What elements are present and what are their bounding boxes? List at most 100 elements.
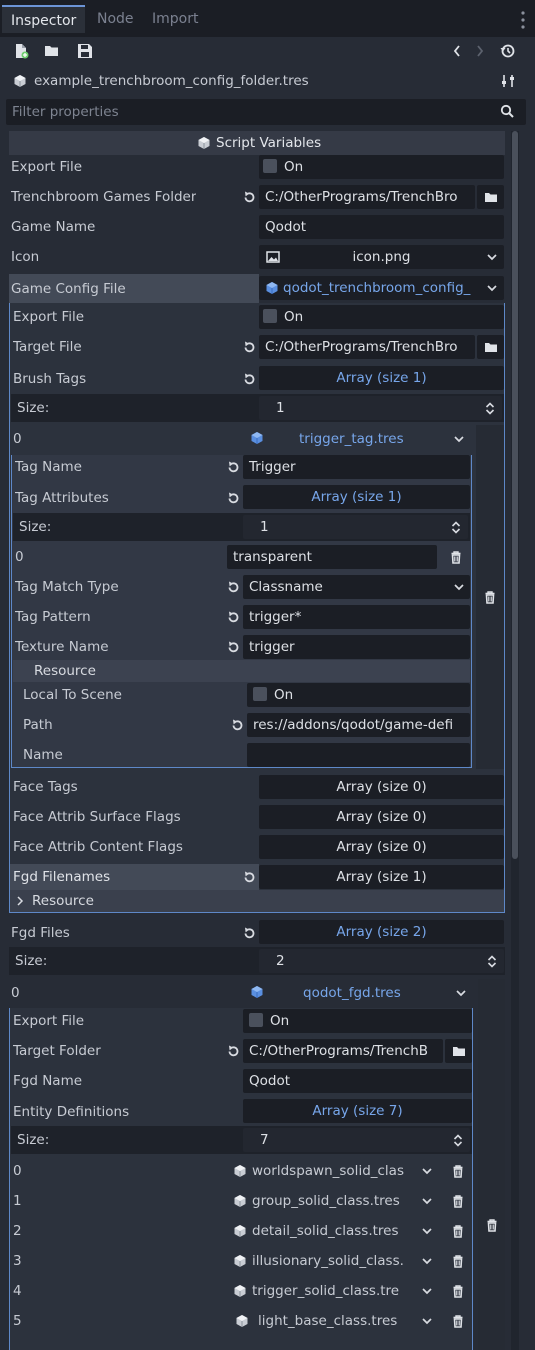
face-attrib-content-flags-button[interactable]: Array (size 0) (259, 835, 504, 859)
history-back-icon[interactable] (451, 43, 463, 59)
spinner-icon[interactable] (485, 954, 499, 968)
fgd-files-array-button[interactable]: Array (size 2) (259, 920, 504, 944)
fgd-file-resource[interactable]: qodot_fgd.tres (303, 981, 401, 1005)
chevron-down-icon[interactable] (454, 986, 468, 1000)
trash-icon[interactable] (451, 1224, 465, 1238)
entity-resource[interactable]: group_solid_class.tres (252, 1189, 424, 1213)
target-file-input[interactable]: C:/OtherPrograms/TrenchBro (259, 335, 475, 359)
local-to-scene-checkbox[interactable]: On (247, 683, 470, 707)
game-config-label: Game Config File (11, 281, 126, 297)
save-resource-icon[interactable] (77, 43, 93, 59)
chevron-down-icon[interactable] (485, 250, 499, 264)
revert-icon[interactable] (225, 580, 239, 594)
revert-icon[interactable] (241, 926, 255, 940)
new-resource-icon[interactable] (13, 43, 29, 59)
local-to-scene-value: On (274, 687, 294, 703)
resource-name-input[interactable] (247, 743, 470, 767)
revert-icon[interactable] (225, 491, 239, 505)
revert-icon[interactable] (225, 1044, 239, 1058)
icon-value: icon.png (352, 249, 411, 265)
entity-definitions-array-button[interactable]: Array (size 7) (243, 1099, 472, 1123)
scrollbar-thumb[interactable] (512, 131, 518, 859)
browse-folder-button[interactable] (445, 1039, 472, 1063)
face-tags-array-button[interactable]: Array (size 0) (259, 775, 504, 799)
tab-node[interactable]: Node (88, 5, 143, 33)
entity-resource[interactable]: light_base_class.tres (258, 1309, 424, 1333)
game-config-picker[interactable]: qodot_trenchbroom_config_ (259, 276, 504, 300)
revert-icon[interactable] (225, 640, 239, 654)
revert-icon[interactable] (241, 190, 255, 204)
trash-icon[interactable] (451, 1194, 465, 1208)
chevron-down-icon[interactable] (420, 1224, 434, 1238)
history-icon[interactable] (500, 43, 516, 59)
game-name-input[interactable]: Qodot (259, 215, 504, 239)
fgd-filenames-array-button[interactable]: Array (size 1) (259, 865, 504, 889)
entity-resource[interactable]: detail_solid_class.tres (252, 1219, 424, 1243)
fgd-files-size-spinbox[interactable]: 2 (259, 949, 504, 973)
revert-icon[interactable] (225, 610, 239, 624)
icon-texture-picker[interactable]: icon.png (259, 245, 504, 269)
tag-match-type-select[interactable]: Classname (243, 575, 470, 599)
trash-icon[interactable] (451, 1314, 465, 1328)
history-forward-icon[interactable] (474, 43, 486, 59)
chevron-down-icon[interactable] (420, 1194, 434, 1208)
fgd-name-input[interactable]: Qodot (243, 1069, 472, 1093)
tag-attributes-size-spinbox[interactable]: 1 (243, 515, 468, 539)
face-attrib-surface-flags-button[interactable]: Array (size 0) (259, 805, 504, 829)
revert-icon[interactable] (241, 870, 255, 884)
revert-icon[interactable] (229, 718, 243, 732)
resource-cube-icon (265, 281, 279, 295)
trash-icon[interactable] (451, 1284, 465, 1298)
tag-name-input[interactable]: Trigger (243, 455, 470, 479)
browse-file-button[interactable] (477, 335, 504, 359)
target-folder-input[interactable]: C:/OtherPrograms/TrenchB (243, 1039, 443, 1063)
entity-resource[interactable]: illusionary_solid_class. (252, 1249, 424, 1273)
revert-icon[interactable] (225, 460, 239, 474)
texture-name-input[interactable]: trigger (243, 635, 470, 659)
face-attrib-surface-flags-label: Face Attrib Surface Flags (13, 809, 181, 825)
entity-resource[interactable]: worldspawn_solid_clas (252, 1159, 424, 1183)
tab-import[interactable]: Import (143, 5, 207, 33)
brush-tag-resource[interactable]: trigger_tag.tres (299, 427, 404, 451)
chevron-down-icon[interactable] (420, 1284, 434, 1298)
entity-index: 5 (13, 1313, 22, 1329)
filter-properties-input[interactable]: Filter properties (6, 99, 526, 125)
object-properties-icon[interactable] (500, 73, 516, 89)
export-file-checkbox[interactable]: On (259, 155, 504, 179)
entity-index: 4 (13, 1283, 22, 1299)
chevron-down-icon[interactable] (420, 1314, 434, 1328)
trash-icon[interactable] (483, 590, 497, 604)
chevron-down-icon[interactable] (452, 432, 466, 446)
tag-attributes-array-button[interactable]: Array (size 1) (243, 485, 470, 509)
brush-tags-array-button[interactable]: Array (size 1) (259, 366, 504, 390)
fgd-file-delete-column (478, 979, 505, 1350)
entity-definitions-size-spinbox[interactable]: 7 (243, 1128, 470, 1152)
chevron-down-icon[interactable] (420, 1254, 434, 1268)
spinner-icon[interactable] (483, 401, 497, 415)
trash-icon[interactable] (451, 1254, 465, 1268)
revert-icon[interactable] (241, 372, 255, 386)
chevron-down-icon[interactable] (452, 580, 466, 594)
open-resource-icon[interactable] (44, 43, 60, 59)
tag-pattern-input[interactable]: trigger* (243, 605, 470, 629)
browse-folder-button[interactable] (477, 185, 504, 209)
entity-resource[interactable]: trigger_solid_class.tre (252, 1279, 424, 1303)
chevron-down-icon[interactable] (420, 1164, 434, 1178)
trash-icon[interactable] (451, 1164, 465, 1178)
spinner-icon[interactable] (449, 520, 463, 534)
tab-inspector[interactable]: Inspector (2, 5, 86, 33)
chevron-down-icon[interactable] (485, 281, 499, 295)
revert-icon[interactable] (241, 340, 255, 354)
gc-export-file-checkbox[interactable]: On (259, 305, 504, 329)
path-input[interactable]: res://addons/qodot/game-defi (247, 713, 470, 737)
trash-icon[interactable] (449, 550, 463, 564)
tb-games-folder-input[interactable]: C:/OtherPrograms/TrenchBro (259, 185, 475, 209)
trash-icon[interactable] (485, 1218, 499, 1232)
spinner-icon[interactable] (451, 1133, 465, 1147)
brush-tags-size-spinbox[interactable]: 1 (259, 396, 502, 420)
tag-attribute-input[interactable]: transparent (227, 545, 437, 569)
panel-menu-icon[interactable] (520, 10, 526, 30)
chevron-right-icon (15, 894, 25, 908)
fgd-export-file-checkbox[interactable]: On (243, 1009, 472, 1033)
resource-cube-icon (233, 1194, 247, 1208)
